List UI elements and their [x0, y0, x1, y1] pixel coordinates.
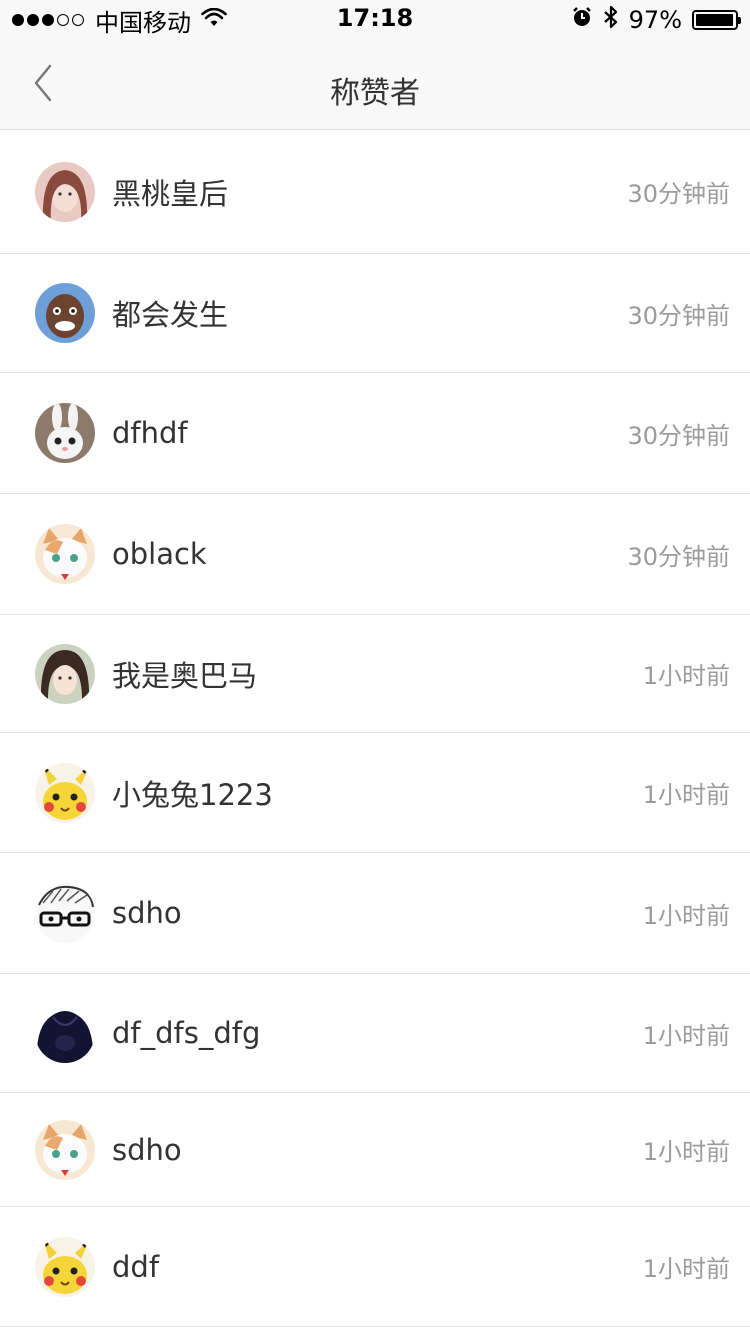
avatar[interactable]: [35, 1236, 95, 1297]
battery-percent: 97%: [628, 6, 682, 34]
liker-row[interactable]: 我是奥巴马 1小时前: [0, 615, 750, 733]
liked-time: 30分钟前: [627, 421, 730, 450]
alarm-icon: [571, 6, 593, 34]
liker-row[interactable]: oblack 30分钟前: [0, 494, 750, 615]
avatar[interactable]: [35, 524, 95, 584]
liked-time: 30分钟前: [627, 180, 730, 208]
liker-name: df_dfs_dfg: [112, 1016, 261, 1050]
liker-row[interactable]: ddf 1小时前: [0, 1207, 750, 1327]
liked-time: 30分钟前: [627, 301, 730, 330]
liker-name: 黑桃皇后: [112, 176, 229, 211]
avatar[interactable]: [35, 762, 95, 823]
liked-time: 1小时前: [642, 1138, 730, 1166]
liker-name: sdho: [112, 1132, 182, 1167]
liker-name: 都会发生: [112, 298, 229, 332]
liked-time: 1小时前: [642, 1255, 730, 1283]
page-title: 称赞者: [330, 76, 420, 111]
liked-time: 1小时前: [642, 781, 730, 809]
liker-row[interactable]: 黑桃皇后 30分钟前: [0, 130, 750, 254]
avatar[interactable]: [35, 1119, 95, 1180]
avatar[interactable]: [35, 283, 95, 343]
avatar[interactable]: [35, 883, 95, 943]
likers-list: 黑桃皇后 30分钟前 都会发生 30分钟前 dfhdf 30分钟前 oblack 30分钟前我…: [0, 130, 750, 1327]
liker-name: ddf: [112, 1249, 160, 1284]
liker-row[interactable]: 小兔兔1223 1小时前: [0, 733, 750, 853]
liker-name: oblack: [112, 537, 207, 571]
avatar[interactable]: [35, 161, 95, 222]
liked-time: 1小时前: [642, 1021, 730, 1050]
liker-row[interactable]: df_dfs_dfg 1小时前: [0, 974, 750, 1093]
liker-row[interactable]: 都会发生 30分钟前: [0, 254, 750, 373]
liker-name: 小兔兔1223: [112, 777, 273, 812]
liker-row[interactable]: sdho 1小时前: [0, 1093, 750, 1207]
avatar[interactable]: [35, 403, 95, 463]
avatar[interactable]: [35, 1003, 95, 1063]
liker-name: sdho: [112, 896, 182, 930]
liked-time: 1小时前: [642, 662, 730, 690]
battery-icon: [692, 10, 741, 30]
navigation-bar: 称赞者: [0, 40, 750, 130]
liker-name: dfhdf: [112, 416, 188, 450]
battery-level: [696, 14, 733, 26]
status-right: 97%: [561, 5, 750, 35]
liker-row[interactable]: sdho 1小时前: [0, 853, 750, 974]
liked-time: 30分钟前: [627, 542, 730, 571]
liker-row[interactable]: dfhdf 30分钟前: [0, 373, 750, 494]
status-bar: 中国移动 17:18 97%: [0, 0, 750, 40]
liker-name: 我是奥巴马: [112, 658, 258, 693]
avatar[interactable]: [35, 643, 95, 704]
bluetooth-icon: [603, 5, 619, 35]
liked-time: 1小时前: [642, 901, 730, 930]
